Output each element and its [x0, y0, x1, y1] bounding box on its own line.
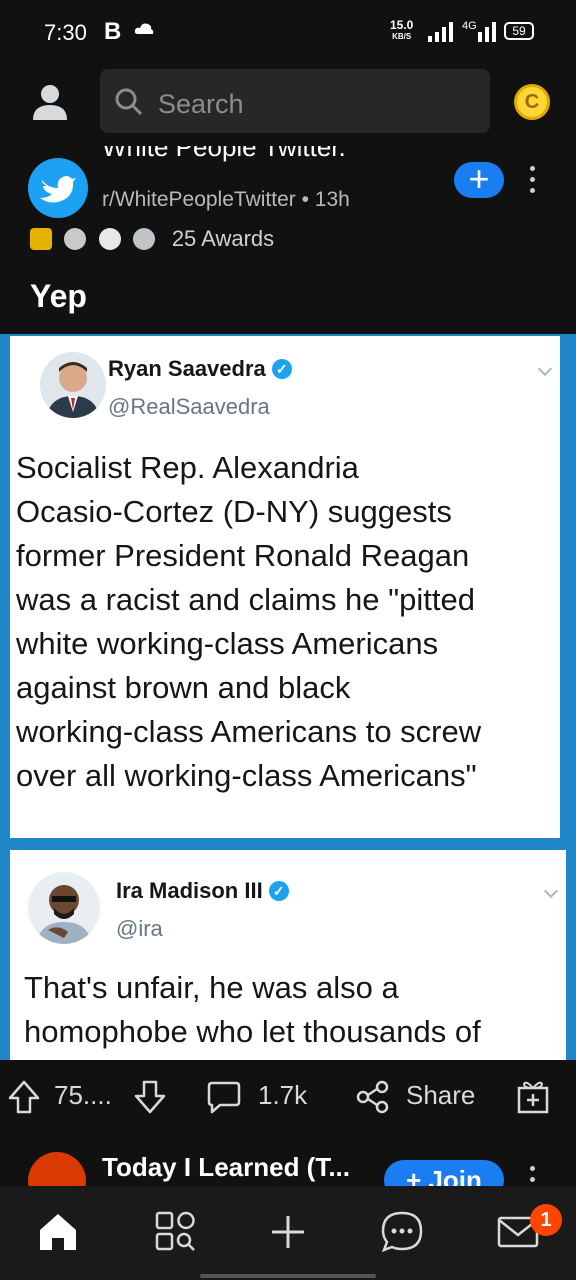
tweet-card: Ira Madison III ✓ @ira That's unfair, he … — [10, 850, 566, 1060]
tweet-author-handle: @ira — [116, 916, 163, 941]
upvote-icon[interactable] — [8, 1080, 40, 1114]
carrier-icon: B — [104, 18, 122, 45]
bottom-nav — [0, 1186, 576, 1280]
home-icon[interactable] — [36, 1210, 80, 1254]
chevron-down-icon — [537, 361, 553, 377]
twitter-bird-icon — [40, 176, 76, 203]
post-time: 13h — [314, 188, 350, 211]
tweet-avatar — [28, 872, 100, 944]
network-type: 4G — [462, 20, 477, 32]
battery-icon: 59 — [504, 22, 534, 40]
coins-icon[interactable]: C — [514, 84, 550, 120]
share-icon[interactable] — [356, 1080, 390, 1114]
post-actions: 75.... 1.7k Share — [0, 1060, 576, 1134]
subreddit-name[interactable]: r/WhitePeopleTwitter — [102, 188, 296, 211]
next-post-subreddit[interactable]: Today I Learned (T... — [102, 1152, 350, 1183]
network-speed-unit: KB/S — [392, 32, 412, 41]
tweet-text: That's unfair, he was also a homophobe w… — [24, 970, 481, 1049]
signal-2-icon — [478, 22, 496, 42]
downvote-icon[interactable] — [134, 1080, 166, 1114]
verified-icon: ✓ — [268, 881, 289, 901]
tweet-author-name: Ryan Saavedra ✓ — [108, 356, 292, 382]
post-title[interactable]: Yep — [30, 278, 87, 315]
network-speed: 15.0 KB/S — [390, 18, 414, 42]
award-silver-icon — [133, 228, 156, 250]
post-meta[interactable]: r/WhitePeopleTwitter • 13h — [102, 188, 350, 212]
award-star-icon — [30, 228, 52, 250]
subreddit-icon[interactable] — [28, 1152, 86, 1186]
next-post-card[interactable]: Today I Learned (T... + Join — [0, 1134, 576, 1186]
tweet-card: Ryan Saavedra ✓ @RealSaavedra Socialist R… — [10, 336, 560, 838]
status-time: 7:30 — [44, 20, 87, 45]
post-card: White People Twitter. r/WhitePeopleTwitt… — [0, 144, 576, 1134]
comment-icon[interactable] — [206, 1080, 242, 1114]
chevron-down-icon — [543, 883, 559, 899]
status-bar: 7:30 B 15.0 KB/S 4G 59 — [0, 0, 576, 64]
tweet-author-name: Ira Madison III ✓ — [116, 878, 289, 904]
award-face-icon — [98, 228, 121, 250]
create-post-icon[interactable] — [266, 1210, 310, 1254]
awards-row[interactable]: 25 Awards — [30, 226, 274, 256]
awards-count: 25 Awards — [171, 226, 275, 251]
search-icon — [115, 88, 143, 116]
verified-icon: ✓ — [271, 359, 292, 379]
search-input[interactable]: Search — [100, 69, 490, 133]
discover-icon[interactable] — [154, 1210, 198, 1254]
more-options-icon[interactable] — [530, 166, 536, 199]
tweet-text: Socialist Rep. Alexandria Ocasio-Cortez … — [16, 450, 482, 793]
join-button[interactable]: + Join — [384, 1160, 504, 1186]
network-speed-value: 15.0 — [390, 18, 414, 32]
post-title-clipped: White People Twitter. — [102, 146, 346, 162]
comment-count[interactable]: 1.7k — [258, 1080, 307, 1111]
subreddit-icon[interactable] — [28, 158, 88, 218]
inbox-badge: 1 — [530, 1204, 562, 1236]
meta-separator: • — [301, 188, 309, 211]
vote-count: 75.... — [54, 1080, 112, 1110]
search-placeholder: Search — [158, 89, 244, 119]
chat-icon[interactable] — [380, 1210, 424, 1254]
profile-avatar-icon[interactable] — [30, 82, 70, 122]
gift-award-icon[interactable] — [516, 1078, 550, 1114]
gesture-bar — [200, 1274, 376, 1278]
tweet-author-handle: @RealSaavedra — [108, 394, 270, 419]
award-hands-icon — [64, 228, 87, 250]
share-button[interactable]: Share — [406, 1080, 475, 1111]
join-button[interactable]: + — [454, 161, 504, 198]
more-options-icon[interactable] — [530, 1166, 536, 1186]
post-image[interactable]: Ryan Saavedra ✓ @RealSaavedra Socialist R… — [0, 334, 576, 1060]
top-bar: Search C — [0, 64, 576, 144]
tweet-avatar — [40, 352, 106, 418]
signal-icon — [428, 22, 453, 42]
cloud-icon — [134, 23, 154, 34]
